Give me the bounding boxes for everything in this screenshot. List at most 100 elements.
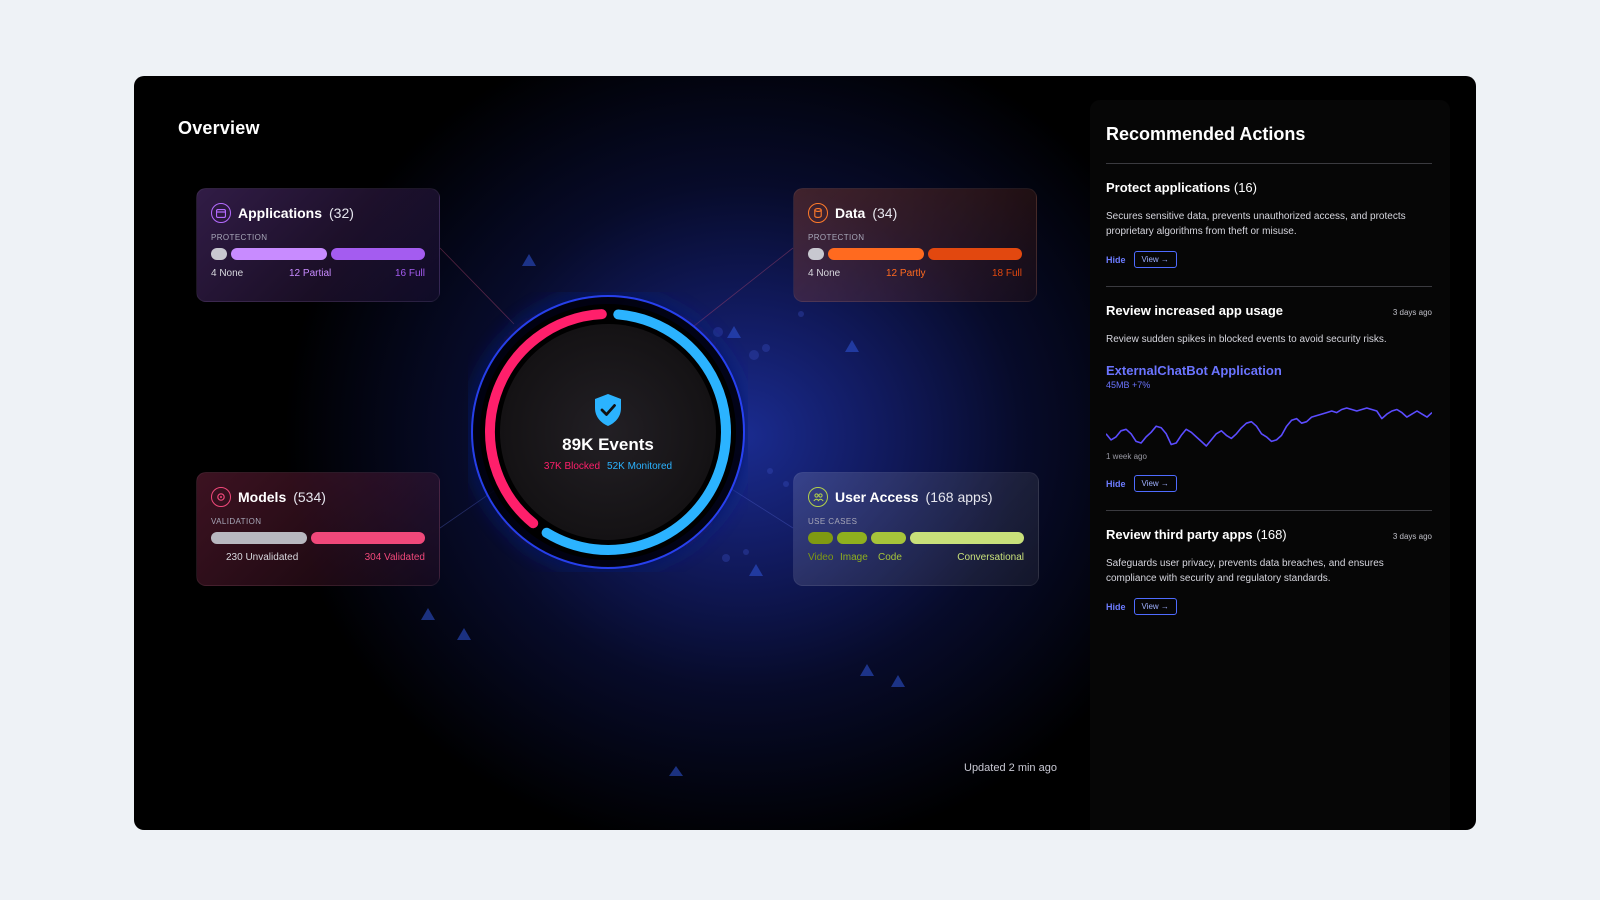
data-card[interactable]: Data (34) PROTECTION 4 None 12 Partly 18…	[793, 188, 1037, 302]
section-description: Secures sensitive data, prevents unautho…	[1106, 211, 1406, 237]
events-monitored: 52K Monitored	[607, 460, 673, 472]
bar-conversational	[909, 532, 1024, 544]
legend-unvalidated: 230 Unvalidated	[226, 552, 299, 563]
models-subtitle: VALIDATION	[211, 517, 262, 526]
last-updated: Updated 2 min ago	[964, 762, 1057, 774]
data-count: (34)	[872, 205, 898, 221]
models-legend: 230 Unvalidated 304 Validated	[211, 552, 425, 566]
window-icon	[211, 203, 231, 223]
view-button[interactable]: View →	[1133, 598, 1177, 615]
app-name-link[interactable]: ExternalChatBot Application	[1106, 363, 1432, 378]
section-count: (16)	[1233, 180, 1257, 195]
section-title: Review third party apps (168)	[1106, 527, 1287, 542]
section-actions: Hide View →	[1106, 251, 1432, 268]
legend-conversational: Conversational	[957, 552, 1024, 563]
applications-subtitle: PROTECTION	[211, 233, 268, 242]
bar-video	[808, 532, 833, 544]
action-review-app-usage: Review increased app usage 3 days ago Re…	[1106, 287, 1432, 511]
section-time: 3 days ago	[1392, 308, 1432, 317]
legend-image: Image	[840, 552, 868, 563]
user-access-title: User Access	[835, 489, 919, 505]
user-access-bars	[808, 532, 1024, 544]
hide-link[interactable]: Hide	[1106, 602, 1126, 612]
section-header: Review third party apps (168) 3 days ago	[1106, 527, 1432, 542]
applications-title: Applications	[238, 205, 323, 221]
bar-partly	[828, 248, 924, 260]
models-icon	[211, 487, 231, 507]
events-donut[interactable]: 89K Events 37K Blocked 52K Monitored	[468, 292, 748, 572]
donut-center: 89K Events 37K Blocked 52K Monitored	[468, 292, 748, 572]
bar-none	[211, 248, 228, 260]
user-access-count: (168 apps)	[925, 489, 993, 505]
section-actions: Hide View →	[1106, 598, 1432, 615]
events-breakdown: 37K Blocked 52K Monitored	[544, 461, 672, 472]
legend-partial: 12 Partial	[289, 268, 332, 279]
app-meta: 45MB +7%	[1106, 380, 1151, 390]
user-access-legend: Video Image Code Conversational	[808, 552, 1024, 566]
view-button[interactable]: View →	[1133, 251, 1177, 268]
dashboard-frame: Overview Applications (32) PROTECTION 4 …	[134, 76, 1476, 830]
bar-partial	[231, 248, 327, 260]
models-card-header: Models (534)	[211, 487, 425, 507]
data-bars	[808, 248, 1023, 260]
section-count: (168)	[1256, 527, 1287, 542]
bar-full	[330, 248, 426, 260]
section-title-text: Protect applications	[1106, 180, 1231, 195]
events-total: 89K Events	[562, 434, 654, 454]
user-access-card[interactable]: User Access (168 apps) USE CASES Video I…	[793, 472, 1039, 586]
shield-check-icon	[595, 393, 621, 426]
section-header: Protect applications (16)	[1106, 180, 1432, 195]
legend-partly: 12 Partly	[886, 268, 926, 279]
section-time: 3 days ago	[1392, 532, 1432, 541]
legend-full: 16 Full	[394, 268, 425, 279]
section-actions: Hide View →	[1106, 475, 1432, 492]
action-protect-applications: Protect applications (16) Secures sensit…	[1106, 164, 1432, 287]
users-icon	[808, 487, 828, 507]
applications-card-header: Applications (32)	[211, 203, 425, 223]
hide-link[interactable]: Hide	[1106, 255, 1126, 265]
data-subtitle: PROTECTION	[808, 233, 865, 242]
legend-full: 18 Full	[991, 268, 1022, 279]
data-legend: 4 None 12 Partly 18 Full	[808, 268, 1022, 282]
sparkline-start-label: 1 week ago	[1106, 452, 1147, 461]
applications-card[interactable]: Applications (32) PROTECTION 4 None 12 P…	[196, 188, 440, 302]
models-bars	[211, 532, 425, 544]
section-header: Review increased app usage 3 days ago	[1106, 303, 1432, 318]
bar-validated	[310, 532, 425, 544]
legend-code: Code	[878, 552, 902, 563]
bar-full	[927, 248, 1023, 260]
panel-title: Recommended Actions	[1106, 124, 1306, 144]
legend-validated: 304 Validated	[364, 552, 425, 563]
models-title: Models	[238, 489, 287, 505]
legend-none: 4 None	[211, 268, 244, 279]
user-access-card-header: User Access (168 apps)	[808, 487, 1024, 507]
models-count: (534)	[293, 489, 326, 505]
bar-code	[871, 532, 906, 544]
section-title: Review increased app usage	[1106, 303, 1284, 318]
recommended-actions-panel: Recommended Actions Protect applications…	[1090, 100, 1450, 830]
legend-video: Video	[808, 552, 834, 563]
data-title: Data	[835, 205, 866, 221]
view-button[interactable]: View →	[1133, 475, 1177, 492]
data-card-header: Data (34)	[808, 203, 1022, 223]
sparkline-series	[1106, 407, 1432, 447]
section-description: Safeguards user privacy, prevents data b…	[1106, 558, 1384, 584]
user-access-subtitle: USE CASES	[808, 517, 858, 526]
models-card[interactable]: Models (534) VALIDATION 230 Unvalidated …	[196, 472, 440, 586]
section-description: Review sudden spikes in blocked events t…	[1106, 334, 1387, 345]
page-title: Overview	[178, 118, 260, 138]
bar-image	[836, 532, 868, 544]
database-icon	[808, 203, 828, 223]
usage-sparkline	[1106, 407, 1432, 447]
section-title-text: Review third party apps	[1106, 527, 1253, 542]
applications-legend: 4 None 12 Partial 16 Full	[211, 268, 425, 282]
section-title: Protect applications (16)	[1106, 180, 1257, 195]
bar-unvalidated	[211, 532, 307, 544]
action-review-third-party-apps: Review third party apps (168) 3 days ago…	[1106, 511, 1432, 615]
events-blocked: 37K Blocked	[543, 460, 601, 472]
applications-bars	[211, 248, 426, 260]
legend-none: 4 None	[808, 268, 841, 279]
bar-none	[808, 248, 825, 260]
hide-link[interactable]: Hide	[1106, 479, 1126, 489]
applications-count: (32)	[329, 205, 354, 221]
